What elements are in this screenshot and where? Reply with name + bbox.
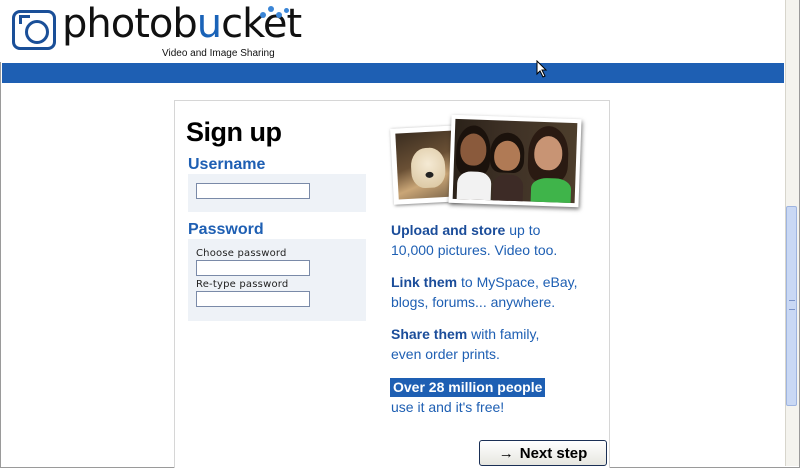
retype-password-input[interactable] xyxy=(196,291,310,307)
choose-password-label: Choose password xyxy=(196,248,287,259)
user-count-highlight: Over 28 million people xyxy=(390,378,546,397)
retype-password-label: Re-type password xyxy=(196,279,289,290)
logo-dots-icon xyxy=(260,6,290,20)
next-step-button[interactable]: → Next step xyxy=(479,440,607,466)
site-header: photobucket Video and Image Sharing xyxy=(0,0,786,62)
scrollbar-grip-icon xyxy=(789,300,795,310)
feature-upload: Upload and store up to 10,000 pictures. V… xyxy=(391,222,558,258)
free-note: use it and it's free! xyxy=(391,399,505,415)
feature-link: Link them to MySpace, eBay, blogs, forums… xyxy=(391,274,578,310)
username-label: Username xyxy=(188,156,266,173)
password-label: Password xyxy=(188,221,264,238)
choose-password-input[interactable] xyxy=(196,260,310,276)
friends-photo xyxy=(448,114,582,208)
next-step-label: Next step xyxy=(519,444,588,462)
logo-tagline: Video and Image Sharing xyxy=(162,48,275,59)
mouse-cursor-icon xyxy=(536,60,548,78)
photobucket-logo[interactable]: photobucket Video and Image Sharing xyxy=(10,1,302,62)
feature-share: Share them with family, even order prints… xyxy=(391,326,540,362)
header-nav-band xyxy=(2,63,784,83)
arrow-right-icon: → xyxy=(498,444,514,462)
username-input[interactable] xyxy=(196,183,310,199)
page-title: Sign up xyxy=(186,117,282,147)
camera-icon xyxy=(12,10,56,50)
